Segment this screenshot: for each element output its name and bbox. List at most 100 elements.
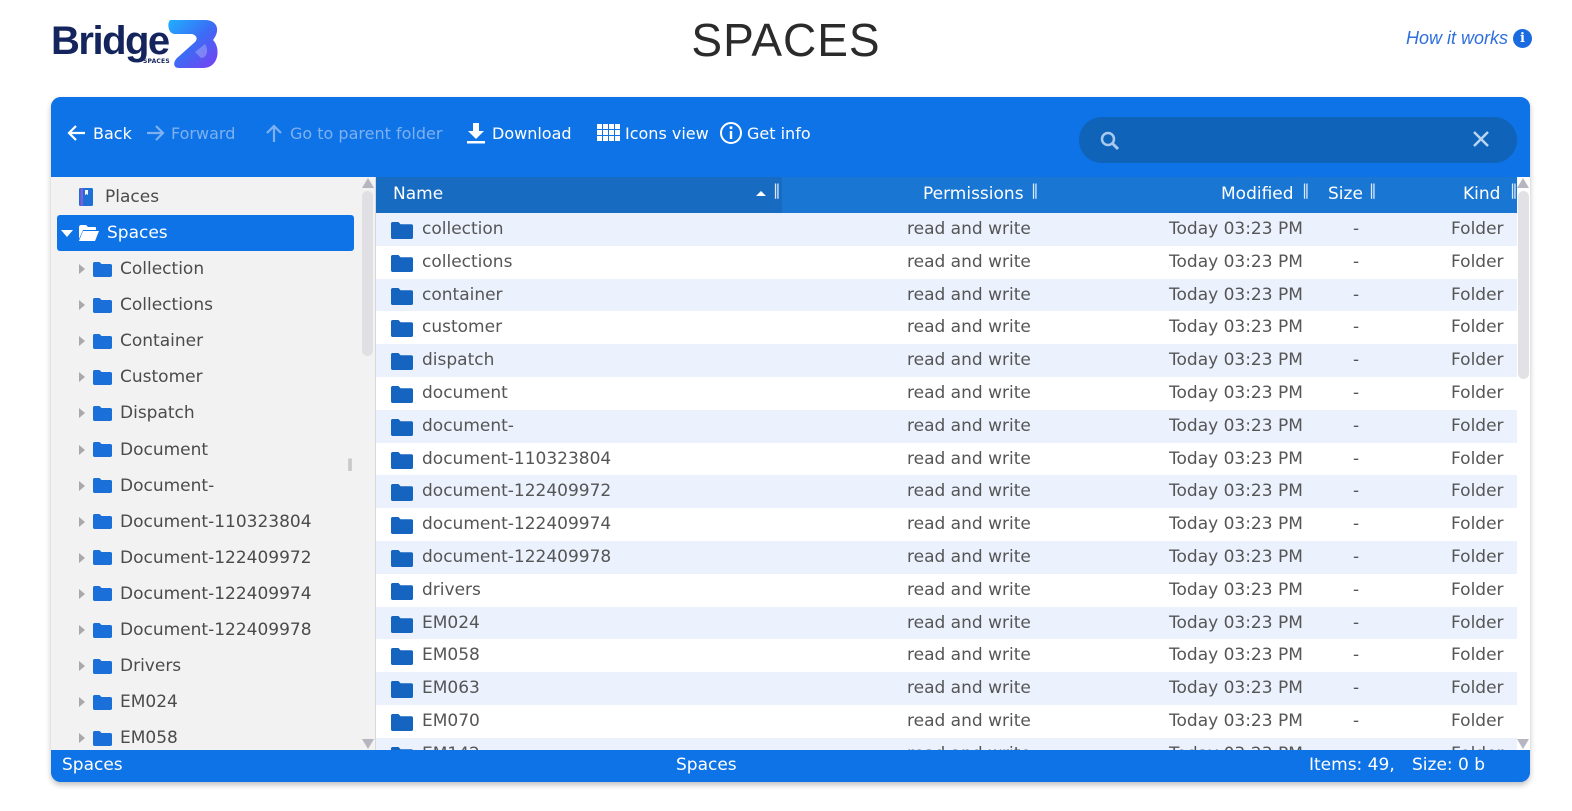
- file-row[interactable]: document-110323804 read and write Today 03…: [376, 442, 1517, 476]
- file-permissions: read and write: [907, 579, 1031, 600]
- scroll-down-icon[interactable]: [1517, 739, 1529, 749]
- sidebar-scroll-thumb[interactable]: [362, 191, 373, 356]
- tree-item[interactable]: Document-122409974: [57, 576, 354, 612]
- column-header-modified[interactable]: Modified: [1221, 177, 1294, 213]
- column-resize-handle[interactable]: ‖: [773, 181, 781, 199]
- go-to-parent-button[interactable]: Go to parent folder: [264, 121, 442, 145]
- file-kind: Folder: [1451, 415, 1504, 436]
- how-it-works-link[interactable]: How it works i: [1406, 28, 1532, 49]
- tree-item[interactable]: Document: [57, 432, 354, 468]
- scroll-up-icon[interactable]: [362, 178, 374, 188]
- search-input[interactable]: [1133, 117, 1463, 163]
- caret-right-icon[interactable]: [79, 264, 85, 274]
- tree-item[interactable]: Collections: [57, 287, 354, 323]
- column-header-permissions[interactable]: Permissions: [923, 177, 1024, 213]
- sort-ascending-icon[interactable]: [756, 191, 766, 196]
- back-button[interactable]: Back: [67, 121, 132, 145]
- tree-item[interactable]: Collection: [57, 251, 354, 287]
- tree-item[interactable]: Document-110323804: [57, 504, 354, 540]
- info-icon: [720, 122, 742, 144]
- file-permissions: read and write: [907, 612, 1031, 633]
- file-row[interactable]: collections read and write Today 03:23 PM -…: [376, 245, 1517, 279]
- tree-item-spaces[interactable]: Spaces: [57, 215, 354, 251]
- column-header-size[interactable]: Size: [1328, 177, 1363, 213]
- column-resize-handle[interactable]: ‖: [1302, 181, 1310, 199]
- tree-item[interactable]: Dispatch: [57, 395, 354, 431]
- file-modified: Today 03:23 PM: [1169, 382, 1303, 403]
- tree-item[interactable]: EM024: [57, 684, 354, 720]
- file-row[interactable]: EM142 read and write Today 03:23 PM - Folder: [376, 737, 1517, 750]
- folder-icon: [391, 517, 413, 535]
- file-name: EM063: [422, 678, 480, 699]
- file-row[interactable]: document-read and write Today 03:23 PM - Fo…: [376, 409, 1517, 443]
- file-row[interactable]: container read and write Today 03:23 PM - Fo…: [376, 278, 1517, 312]
- tree-item[interactable]: Document-122409972: [57, 540, 354, 576]
- caret-right-icon[interactable]: [79, 661, 85, 672]
- column-resize-handle[interactable]: ‖: [1510, 181, 1517, 199]
- caret-right-icon[interactable]: [79, 516, 85, 527]
- file-row[interactable]: EM070 read and write Today 03:23 PM - Folder: [376, 704, 1517, 738]
- file-row[interactable]: EM063 read and write Today 03:23 PM - Folder: [376, 672, 1517, 705]
- file-row[interactable]: EM058 read and write Today 03:23 PM - Folder: [376, 639, 1517, 673]
- file-row[interactable]: drivers read and write Today 03:23 PM - Fold…: [376, 573, 1517, 607]
- caret-right-icon[interactable]: [79, 408, 85, 419]
- tree-label: Customer: [120, 367, 203, 388]
- caret-right-icon[interactable]: [79, 588, 85, 599]
- caret-right-icon[interactable]: [79, 480, 85, 491]
- get-info-button[interactable]: Get info: [719, 121, 811, 145]
- tree-item[interactable]: Document-: [57, 468, 354, 504]
- tree-item[interactable]: EM058: [57, 720, 354, 750]
- file-row[interactable]: document-122409978 read and write Today 03…: [376, 540, 1517, 574]
- file-permissions: read and write: [907, 448, 1031, 469]
- tree-item[interactable]: Customer: [57, 359, 354, 395]
- file-row[interactable]: collection read and write Today 03:23 PM - F…: [376, 213, 1517, 246]
- clear-search-icon[interactable]: [1471, 129, 1491, 149]
- file-modified: Today 03:23 PM: [1169, 481, 1303, 502]
- file-name: document: [422, 382, 508, 403]
- icons-view-button[interactable]: Icons view: [597, 121, 709, 145]
- file-kind: Folder: [1451, 612, 1504, 633]
- file-modified: Today 03:23 PM: [1169, 645, 1303, 666]
- forward-button[interactable]: Forward: [145, 121, 235, 145]
- caret-down-icon[interactable]: [61, 229, 73, 237]
- caret-right-icon[interactable]: [79, 625, 85, 635]
- caret-right-icon[interactable]: [79, 552, 85, 563]
- column-header-kind[interactable]: Kind: [1463, 177, 1500, 213]
- download-button[interactable]: Download: [466, 121, 572, 145]
- tree-item-places[interactable]: Places: [57, 179, 354, 215]
- caret-right-icon[interactable]: [79, 733, 85, 744]
- file-size: -: [1353, 481, 1360, 502]
- tree-item[interactable]: Container: [57, 323, 354, 359]
- column-resize-handle[interactable]: ‖: [1369, 181, 1377, 199]
- scroll-down-icon[interactable]: [362, 739, 374, 749]
- caret-right-icon[interactable]: [79, 697, 85, 708]
- caret-right-icon[interactable]: [79, 300, 85, 311]
- resize-grip-icon[interactable]: ‖: [347, 457, 353, 471]
- folder-open-icon: [79, 225, 99, 241]
- status-total-size: Size: 0 b: [1412, 755, 1486, 775]
- file-row[interactable]: EM024 read and write Today 03:23 PM - Folder: [376, 606, 1517, 640]
- caret-right-icon[interactable]: [79, 372, 85, 383]
- tree-label: Container: [120, 331, 204, 352]
- file-modified: Today 03:23 PM: [1169, 284, 1303, 305]
- scroll-up-icon[interactable]: [1517, 178, 1529, 188]
- file-name: customer: [422, 317, 503, 338]
- file-row[interactable]: customer read and write Today 03:23 PM - Fol…: [376, 311, 1517, 345]
- caret-right-icon[interactable]: [79, 444, 85, 455]
- file-row[interactable]: document-122409974 read and write Today 03…: [376, 508, 1517, 541]
- file-kind: Folder: [1451, 579, 1504, 600]
- list-scrollbar[interactable]: [1517, 177, 1530, 750]
- file-row[interactable]: dispatch read and write Today 03:23 PM - Fol…: [376, 344, 1517, 377]
- tree-item[interactable]: Document-122409978: [57, 612, 354, 648]
- list-scroll-thumb[interactable]: [1518, 191, 1529, 379]
- search-icon: [1100, 131, 1120, 151]
- file-row[interactable]: document read and write Today 03:23 PM - Fol…: [376, 376, 1517, 410]
- column-header-name[interactable]: Name: [393, 177, 443, 213]
- folder-icon: [93, 550, 112, 566]
- column-resize-handle[interactable]: ‖: [1031, 181, 1039, 199]
- tree-label: Collections: [120, 295, 213, 316]
- sidebar-scrollbar[interactable]: [361, 177, 375, 750]
- tree-item[interactable]: Drivers: [57, 648, 354, 684]
- file-row[interactable]: document-122409972 read and write Today 03…: [376, 475, 1517, 509]
- caret-right-icon[interactable]: [79, 336, 85, 347]
